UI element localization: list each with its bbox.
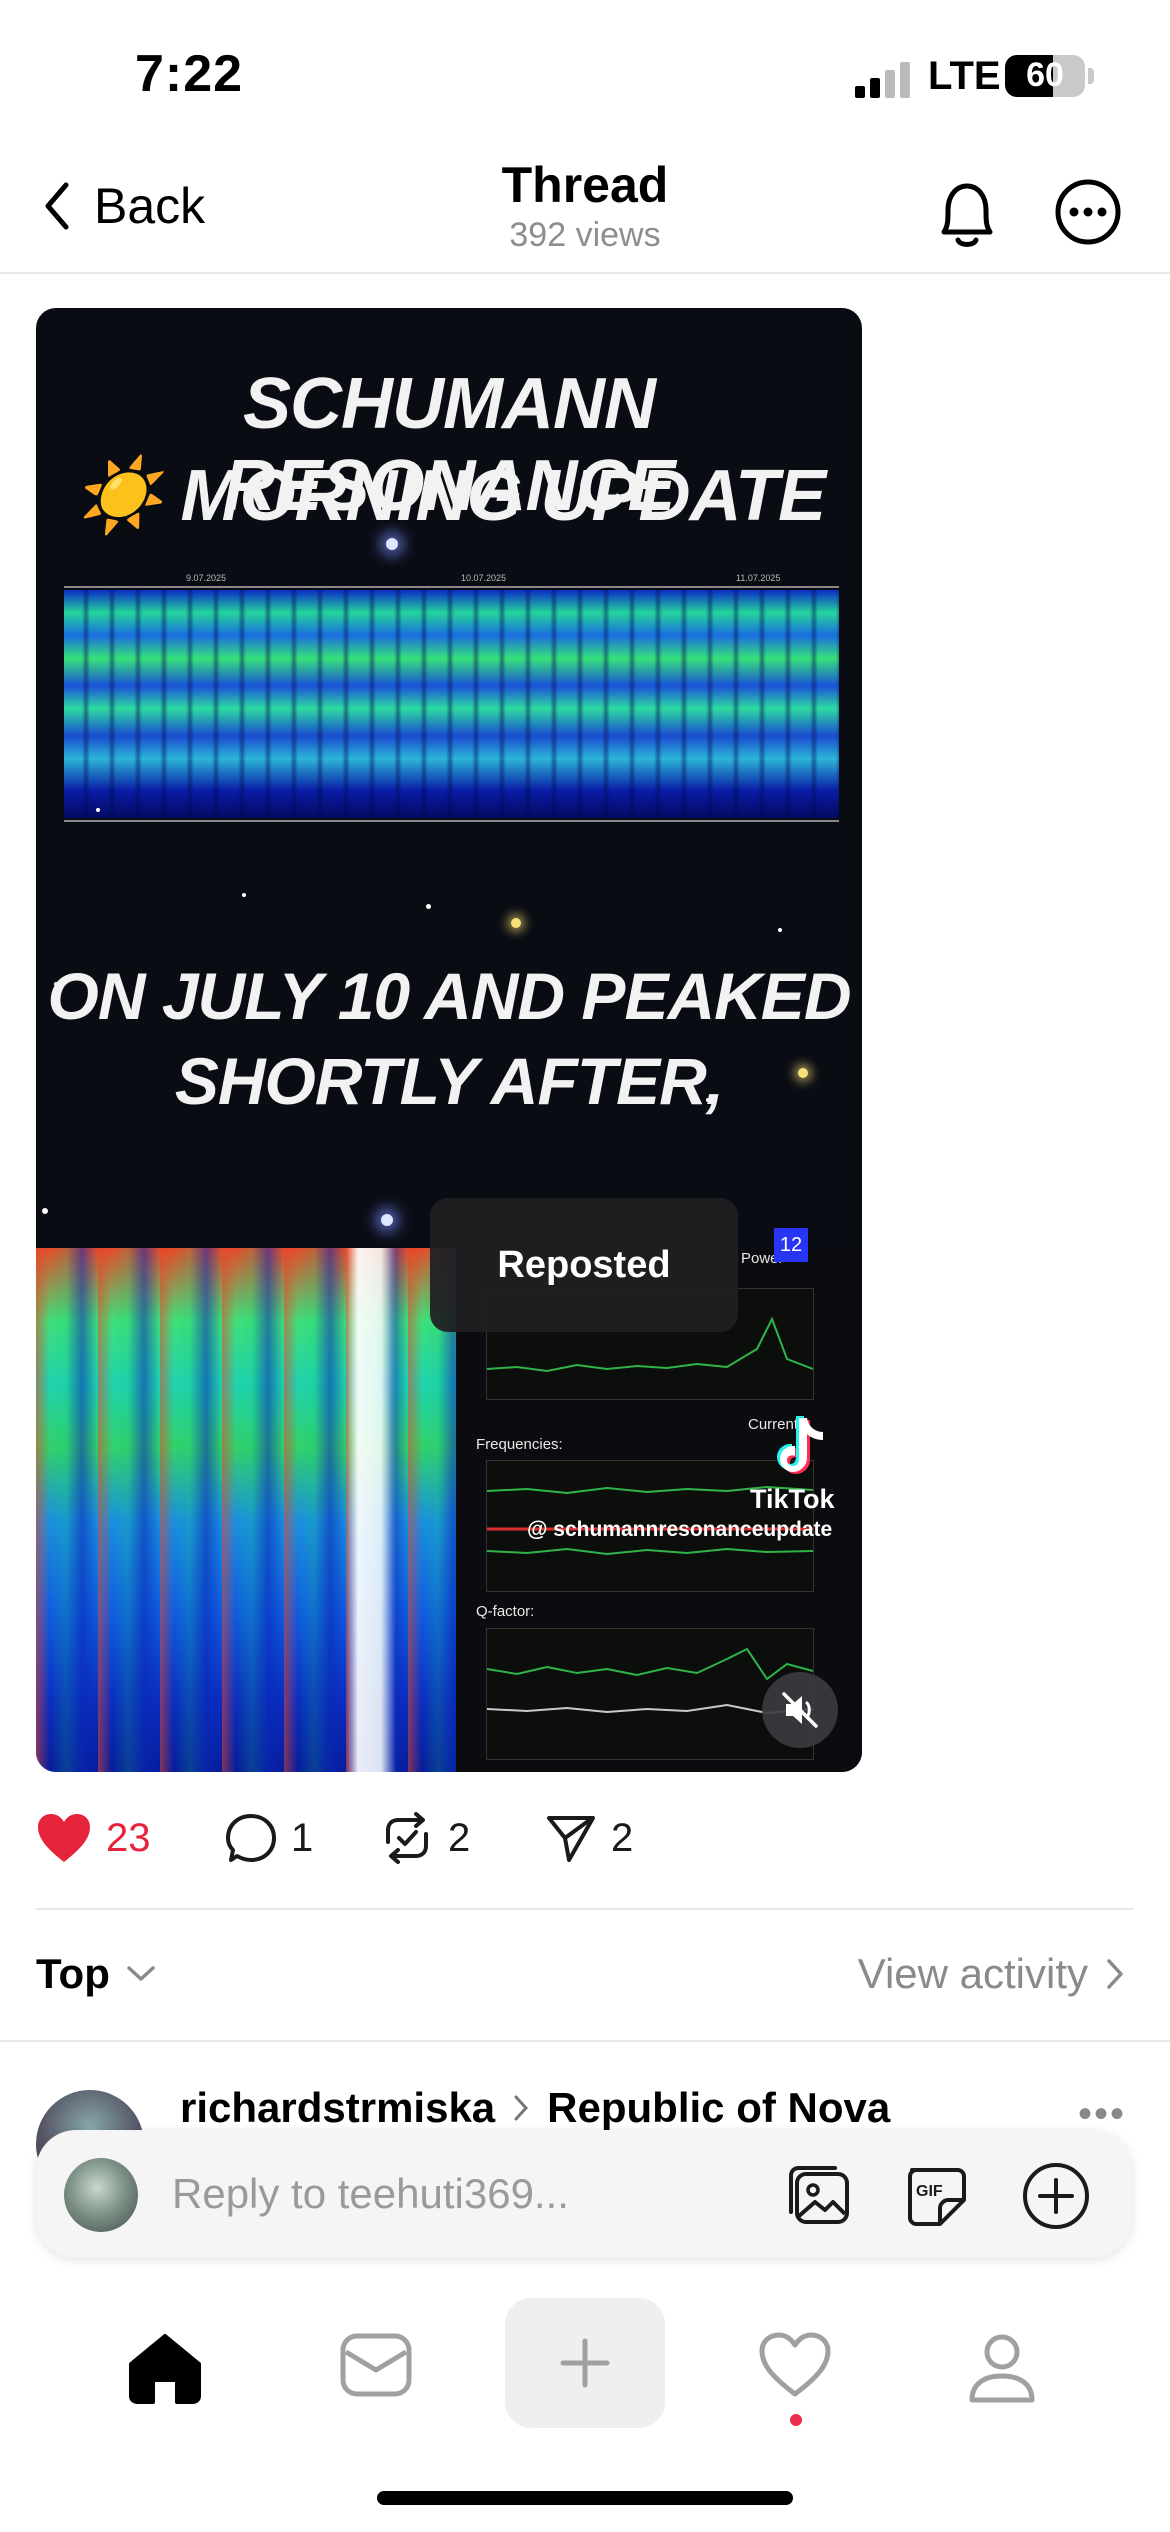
more-options-button[interactable]: [1052, 176, 1124, 253]
tiktok-logo-icon: [775, 1414, 835, 1485]
network-type: LTE: [928, 54, 1001, 98]
sort-divider: [0, 2040, 1170, 2042]
chevron-left-icon: [45, 182, 69, 230]
reply-input[interactable]: Reply to teehuti369...: [172, 2170, 569, 2218]
spectrogram-top-axis: [64, 586, 839, 588]
sun-emoji: ☀️: [72, 456, 163, 536]
reply-username[interactable]: richardstrmiska: [180, 2084, 495, 2132]
comment-count: 1: [291, 1815, 314, 1860]
video-title-line2: MORNING UPDATE: [180, 456, 827, 536]
spectrogram-top: [64, 590, 839, 818]
spectrogram-bottom-axis: [64, 820, 839, 822]
chevron-right-icon: [1107, 1959, 1123, 1989]
tiktok-handle: @ schumannresonanceupdate: [527, 1518, 833, 1541]
add-attachment-button[interactable]: [1020, 2160, 1092, 2237]
battery-icon: 60: [1005, 55, 1085, 97]
comment-button[interactable]: 1: [225, 1812, 313, 1864]
my-avatar: [64, 2158, 138, 2232]
tab-profile[interactable]: [964, 2330, 1040, 2411]
video-caption-line1: ON JULY 10 AND PEAKED: [47, 959, 852, 1033]
frequencies-label: Frequencies:: [476, 1436, 563, 1453]
date-label: 11.07.2025: [736, 573, 781, 583]
home-icon: [129, 2334, 201, 2404]
actions-divider: [36, 1908, 1134, 1910]
share-button[interactable]: 2: [545, 1812, 633, 1864]
gif-sticker-icon: GIF: [908, 2168, 966, 2226]
video-title-line2-row: ☀️ MORNING UPDATE: [36, 453, 862, 538]
chevron-right-icon: [514, 2095, 529, 2121]
video-player[interactable]: SCHUMANN RESONANCE ☀️ MORNING UPDATE 9.0…: [36, 308, 862, 1772]
date-label: 9.07.2025: [186, 573, 227, 583]
nav-divider: [0, 272, 1170, 274]
image-gallery-icon: [789, 2166, 849, 2224]
repost-icon: [386, 1812, 428, 1864]
like-button[interactable]: 23: [36, 1812, 151, 1864]
battery-level: 60: [1026, 56, 1064, 94]
gif-button[interactable]: GIF: [900, 2160, 970, 2235]
battery-tip: [1088, 68, 1094, 84]
reply-community[interactable]: Republic of Nova: [547, 2084, 890, 2132]
send-icon: [547, 1816, 595, 1862]
sort-label: Top: [36, 1950, 110, 1997]
reply-header: richardstrmiska Republic of Nova: [180, 2084, 890, 2132]
plus-circle-icon: [1023, 2163, 1089, 2229]
power-badge: 12: [774, 1228, 808, 1262]
plus-icon: [560, 2338, 610, 2388]
like-count: 23: [106, 1815, 151, 1860]
spectrogram-zoom: [36, 1248, 456, 1772]
reposted-toast: Reposted: [430, 1198, 738, 1332]
home-indicator: [377, 2491, 793, 2505]
page-title: Thread: [501, 157, 669, 213]
cellular-signal-icon: [855, 60, 915, 98]
tab-home[interactable]: [125, 2330, 205, 2411]
tab-create[interactable]: [505, 2298, 665, 2428]
heart-filled-icon: [38, 1814, 90, 1862]
inbox-icon: [340, 2333, 412, 2397]
tiktok-brand: TikTok: [750, 1484, 835, 1514]
view-activity-link[interactable]: View activity: [858, 1950, 1124, 1998]
sort-dropdown[interactable]: Top: [36, 1950, 156, 1998]
status-time: 7:22: [135, 45, 244, 103]
chevron-down-icon: [127, 1966, 155, 1981]
attach-image-button[interactable]: [783, 2160, 853, 2235]
repost-button[interactable]: 2: [380, 1812, 470, 1864]
bell-icon: [941, 183, 993, 247]
svg-text:GIF: GIF: [916, 2183, 943, 2200]
back-button[interactable]: Back: [42, 170, 205, 242]
speaker-muted-icon: [782, 1692, 818, 1728]
heart-outline-icon: [759, 2332, 831, 2397]
more-circle-icon: [1055, 179, 1121, 245]
tab-inbox[interactable]: [338, 2330, 414, 2405]
share-count: 2: [611, 1815, 634, 1860]
mute-button[interactable]: [762, 1672, 838, 1748]
video-caption-line2: SHORTLY AFTER,: [174, 1044, 724, 1118]
view-count: 392 views: [509, 216, 661, 254]
comment-bubble-icon: [226, 1814, 276, 1862]
date-label: 10.07.2025: [461, 573, 507, 583]
tab-activity[interactable]: [757, 2330, 833, 2405]
view-activity-label: View activity: [857, 1950, 1088, 1997]
profile-icon: [969, 2334, 1035, 2403]
back-label: Back: [94, 178, 206, 234]
repost-count: 2: [448, 1815, 471, 1860]
activity-notification-dot: [790, 2414, 802, 2426]
notification-bell-button[interactable]: [930, 176, 1004, 259]
q-factor-label: Q-factor:: [476, 1603, 535, 1620]
